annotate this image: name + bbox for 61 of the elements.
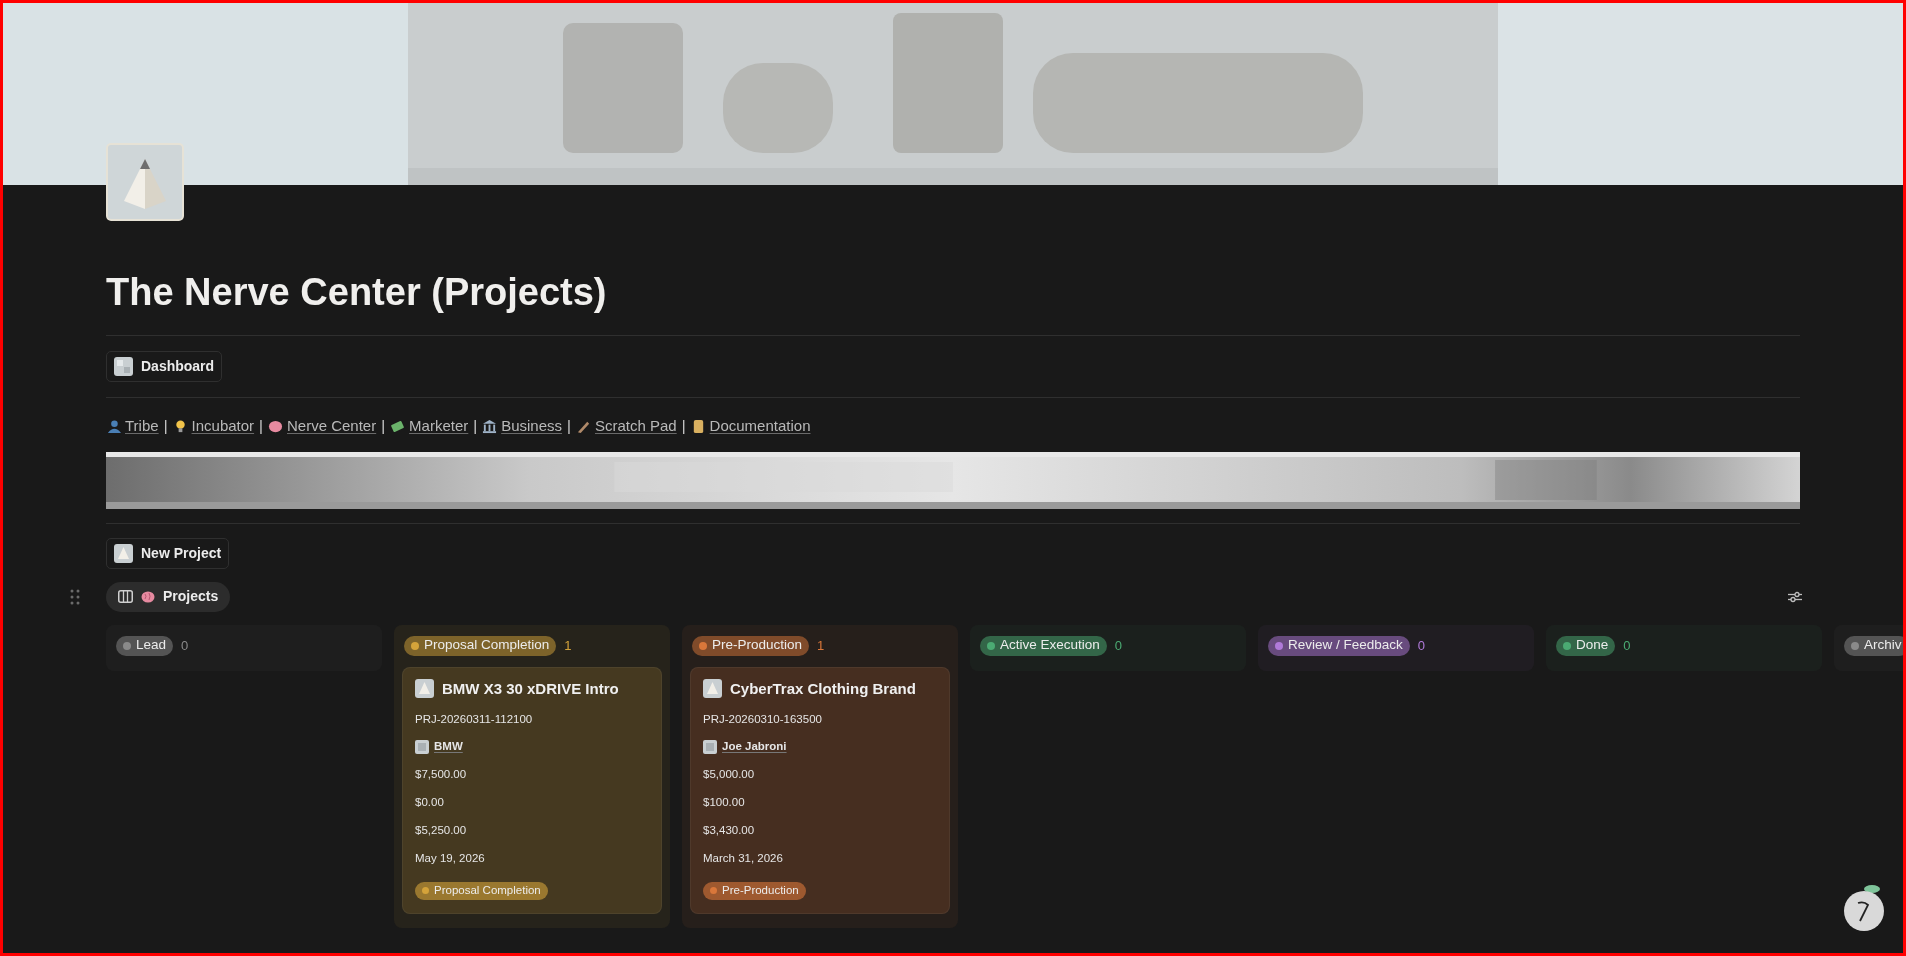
status-tag: Done: [1556, 635, 1616, 656]
page-title: The Nerve Center (Projects): [106, 270, 608, 315]
card-title: BMW X3 30 xDRIVE Intro: [442, 678, 619, 699]
amount-value: $5,250.00: [415, 823, 468, 839]
status-tag: Proposal Completion: [415, 881, 548, 900]
amount-value: $5,000.00: [703, 767, 756, 783]
building-icon: [482, 418, 498, 434]
new-project-button[interactable]: New Project: [106, 537, 230, 569]
separator: |: [259, 416, 263, 436]
count-label: 1: [564, 636, 572, 655]
status-tag: Active Execution: [980, 635, 1107, 656]
amount-value: $100.00: [703, 795, 746, 811]
separator: |: [381, 416, 386, 436]
person-icon: [106, 418, 121, 434]
assistant-icon[interactable]: [1842, 883, 1886, 933]
pyramid-icon: [114, 543, 133, 563]
client-link[interactable]: Joe Jabroni: [722, 738, 787, 756]
nav-link[interactable]: Incubator: [191, 415, 255, 438]
pyramid-icon: [703, 679, 722, 699]
count-label: 0: [1114, 636, 1123, 655]
nav-link[interactable]: Nerve Center: [287, 415, 377, 438]
project-card[interactable]: BMW X3 30 xDRIVE Intro PRJ-20260311-112100 BMW $7,500.00 $0.00 $5,250.00 May 19, 2026 Proposal Completion: [402, 666, 662, 915]
status-tag: Pre-Production: [703, 881, 806, 900]
project-id: PRJ-20260310-163500: [703, 712, 823, 727]
drag-handle-icon[interactable]: [70, 588, 80, 605]
card-title: CyberTrax Clothing Brand: [730, 678, 916, 699]
nav-link[interactable]: Tribe: [125, 415, 159, 438]
image-icon: [703, 739, 717, 754]
count-label: 1: [817, 636, 825, 655]
nav-link[interactable]: Marketer: [409, 415, 469, 438]
board-icon: [118, 590, 133, 603]
pyramid-icon: [415, 679, 434, 699]
amount-value: $0.00: [415, 795, 445, 811]
settings-icon[interactable]: [1788, 590, 1802, 603]
status-tag: Proposal Completion: [404, 635, 557, 656]
dashboard-button[interactable]: Dashboard: [106, 351, 223, 382]
nav-link[interactable]: Business: [501, 415, 563, 438]
client-link[interactable]: BMW: [434, 738, 463, 756]
nav-link[interactable]: Documentation: [709, 415, 811, 438]
date-value: March 31, 2026: [703, 851, 784, 867]
status-tag: Review / Feedback: [1268, 635, 1410, 656]
count-label: 0: [1417, 636, 1426, 655]
project-id: PRJ-20260311-112100: [415, 712, 534, 727]
image-icon: [114, 357, 133, 376]
separator: |: [163, 416, 168, 436]
nav-link[interactable]: Scratch Pad: [594, 415, 677, 438]
separator: |: [473, 416, 478, 436]
amount-value: $7,500.00: [415, 767, 468, 783]
view-tab[interactable]: Projects: [106, 581, 231, 612]
project-card[interactable]: CyberTrax Clothing Brand PRJ-20260310-163500 Joe Jabroni $5,000.00 $100.00 $3,430.00 March 31, 2026 Pre-Production: [690, 666, 950, 915]
separator: |: [567, 416, 571, 436]
separator: |: [681, 416, 686, 436]
status-tag: Lead: [116, 635, 174, 656]
count-label: 0: [181, 636, 189, 655]
status-tag: Archiv: [1844, 635, 1903, 656]
amount-value: $3,430.00: [703, 823, 756, 839]
image-icon: [415, 739, 429, 754]
date-value: May 19, 2026: [415, 851, 486, 867]
pyramid-icon: [106, 143, 184, 221]
count-label: 0: [1623, 636, 1631, 655]
status-tag: Pre-Production: [692, 635, 810, 656]
